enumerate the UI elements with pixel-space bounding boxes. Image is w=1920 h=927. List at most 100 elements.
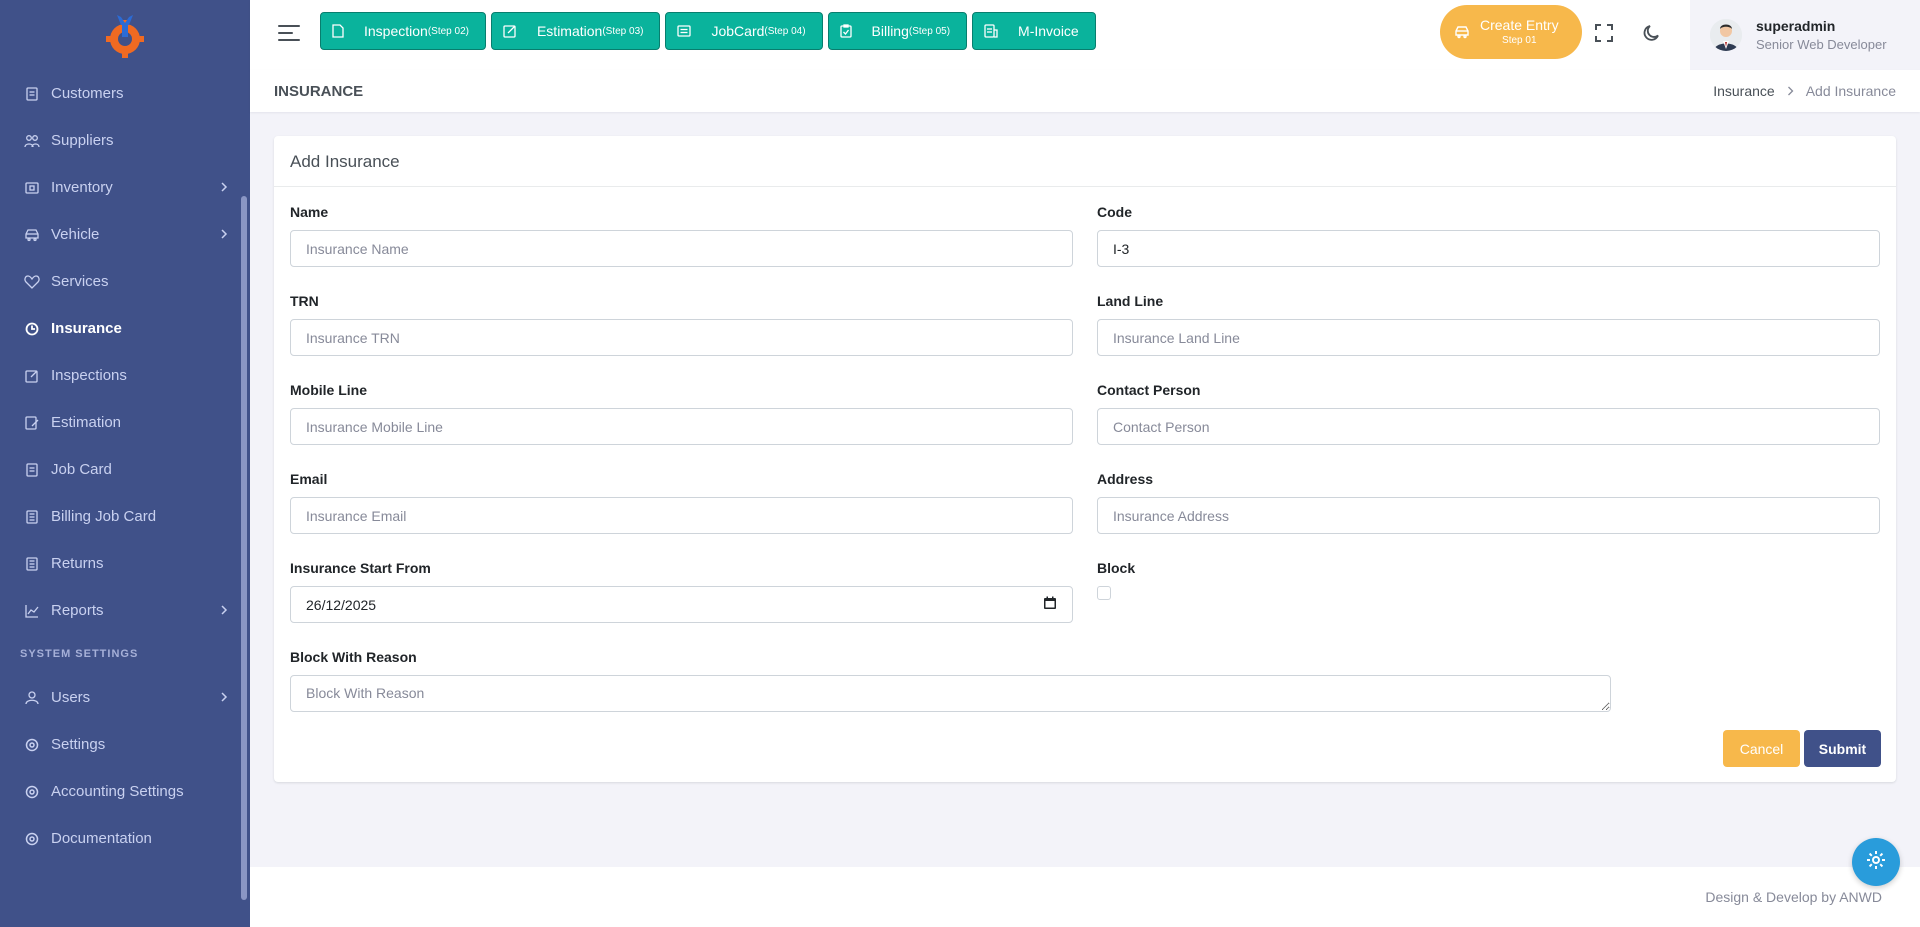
sidebar-item-label: Customers [51, 85, 124, 102]
sidebar-item-label: Insurance [51, 320, 122, 337]
sidebar-item-label: Reports [51, 602, 104, 619]
car-icon [1454, 25, 1470, 39]
hamburger-menu-icon[interactable] [278, 25, 300, 43]
list-icon [24, 509, 40, 525]
sidebar-item-label: Job Card [51, 461, 112, 478]
block-checkbox[interactable] [1097, 586, 1111, 600]
code-field-group: Code [1097, 204, 1880, 267]
cancel-button[interactable]: Cancel [1723, 730, 1800, 767]
step-label: Inspection [364, 23, 428, 39]
start-date-input[interactable]: 26/12/2025 [290, 586, 1073, 623]
email-input[interactable] [290, 497, 1073, 534]
block-reason-textarea[interactable] [290, 675, 1611, 712]
chevron-right-icon [220, 690, 228, 707]
sidebar-item-suppliers[interactable]: Suppliers [0, 117, 250, 164]
document-icon [332, 24, 344, 38]
sidebar-item-billing-job-card[interactable]: Billing Job Card [0, 493, 250, 540]
dark-mode-moon-icon[interactable] [1642, 23, 1666, 47]
landline-input[interactable] [1097, 319, 1880, 356]
sidebar-item-label: Settings [51, 736, 106, 753]
step-number: (Step 05) [908, 25, 951, 37]
reason-label: Block With Reason [290, 649, 417, 665]
sidebar-item-returns[interactable]: Returns [0, 540, 250, 587]
user-icon [24, 690, 40, 706]
name-field-group: Name [290, 204, 1073, 267]
step-number: (Step 02) [427, 25, 469, 37]
create-entry-button[interactable]: Create Entry Step 01 [1440, 5, 1582, 59]
submit-button[interactable]: Submit [1804, 730, 1881, 767]
sidebar-item-label: Documentation [51, 830, 152, 847]
sidebar-item-documentation[interactable]: Documentation [0, 815, 250, 862]
sidebar-item-insurance[interactable]: Insurance [0, 305, 250, 352]
sidebar: Customers Suppliers Inventory Vehicle Se… [0, 0, 250, 927]
address-input[interactable] [1097, 497, 1880, 534]
sidebar-item-settings[interactable]: Settings [0, 721, 250, 768]
code-label: Code [1097, 204, 1132, 220]
app-logo[interactable] [0, 0, 250, 70]
sidebar-item-users[interactable]: Users [0, 674, 250, 721]
code-input[interactable] [1097, 230, 1880, 267]
invoice-icon [984, 24, 998, 38]
email-field-group: Email [290, 471, 1073, 534]
settings-icon [24, 831, 40, 847]
sidebar-item-label: Returns [51, 555, 104, 572]
fullscreen-icon[interactable] [1594, 23, 1618, 47]
estimation-step-button[interactable]: Estimation (Step 03) [490, 12, 661, 50]
sidebar-item-services[interactable]: Services [0, 258, 250, 305]
inspection-step-button[interactable]: Inspection (Step 02) [320, 12, 486, 50]
step-label: JobCard [711, 23, 765, 39]
insurance-icon [24, 321, 40, 337]
user-name: superadmin [1756, 18, 1836, 34]
sidebar-scrollbar[interactable] [241, 196, 247, 900]
sidebar-system-nav: Users Settings Accounting Settings Docum… [0, 674, 250, 862]
name-input[interactable] [290, 230, 1073, 267]
sidebar-section-title: SYSTEM SETTINGS [20, 648, 139, 660]
edit-box-icon [24, 368, 40, 384]
sidebar-item-estimation[interactable]: Estimation [0, 399, 250, 446]
create-entry-step: Step 01 [1502, 34, 1537, 46]
chevron-right-icon [220, 227, 228, 244]
sidebar-item-inventory[interactable]: Inventory [0, 164, 250, 211]
user-role: Senior Web Developer [1756, 37, 1887, 52]
chevron-right-icon [220, 180, 228, 197]
sidebar-item-label: Users [51, 689, 91, 706]
sidebar-item-customers[interactable]: Customers [0, 70, 250, 117]
sidebar-item-vehicle[interactable]: Vehicle [0, 211, 250, 258]
sidebar-item-label: Estimation [51, 414, 122, 431]
sidebar-nav: Customers Suppliers Inventory Vehicle Se… [0, 70, 250, 634]
breadcrumb-current: Add Insurance [1805, 83, 1896, 99]
logo-icon [106, 15, 144, 58]
start-date-label: Insurance Start From [290, 560, 431, 576]
sidebar-item-reports[interactable]: Reports [0, 587, 250, 634]
mobile-label: Mobile Line [290, 382, 367, 398]
billing-step-button[interactable]: Billing (Step 05) [827, 12, 968, 50]
people-icon [24, 133, 40, 149]
address-label: Address [1097, 471, 1154, 487]
topbar: Inspection (Step 02) Estimation (Step 03) … [250, 0, 1920, 70]
m-invoice-step-button[interactable]: M-Invoice [972, 12, 1096, 50]
sidebar-item-job-card[interactable]: Job Card [0, 446, 250, 493]
trn-input[interactable] [290, 319, 1073, 356]
email-label: Email [290, 471, 328, 487]
footer: Design & Develop by ANWD [250, 867, 1920, 927]
document-icon [24, 462, 40, 478]
sidebar-item-accounting-settings[interactable]: Accounting Settings [0, 768, 250, 815]
edit-icon [503, 24, 517, 38]
clipboard-icon [839, 24, 852, 38]
sidebar-item-label: Inventory [51, 179, 113, 196]
step-number: (Step 03) [602, 25, 644, 37]
reason-field-group: Block With Reason [290, 649, 1611, 717]
sidebar-item-inspections[interactable]: Inspections [0, 352, 250, 399]
sidebar-item-label: Services [51, 273, 109, 290]
breadcrumb-parent[interactable]: Insurance [1713, 83, 1774, 99]
settings-icon [24, 737, 40, 753]
mobile-input[interactable] [290, 408, 1073, 445]
card-title: Add Insurance [274, 136, 1896, 187]
document-icon [24, 86, 40, 102]
contact-person-input[interactable] [1097, 408, 1880, 445]
customizer-gear-button[interactable] [1852, 838, 1900, 886]
calendar-icon[interactable] [1043, 596, 1057, 613]
trn-field-group: TRN [290, 293, 1073, 356]
jobcard-step-button[interactable]: JobCard (Step 04) [665, 12, 823, 50]
user-profile[interactable]: superadmin Senior Web Developer [1690, 0, 1920, 70]
